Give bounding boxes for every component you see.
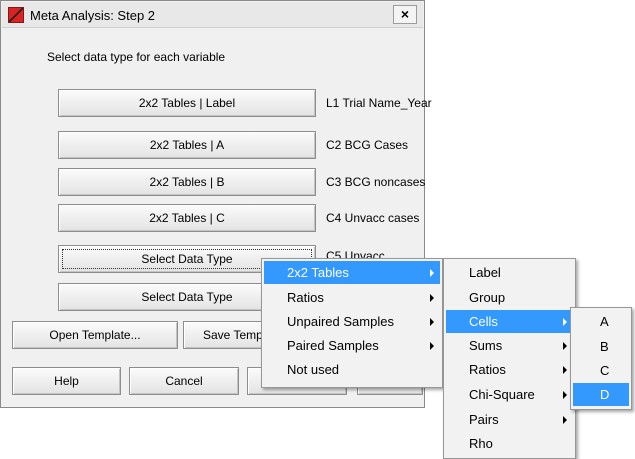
submenu-arrow-icon — [563, 318, 567, 326]
cells-submenu: A B C D — [570, 307, 632, 410]
submenu-arrow-icon — [563, 416, 567, 424]
data-type-button-1[interactable]: 2x2 Tables | Label — [58, 89, 316, 117]
cells-item-d[interactable]: D — [573, 383, 629, 406]
submenu-item-sums[interactable]: Sums — [446, 334, 573, 357]
submenu-item-cells[interactable]: Cells — [446, 310, 573, 333]
submenu-arrow-icon — [430, 318, 434, 326]
open-template-button[interactable]: Open Template... — [12, 321, 178, 349]
title-bar: Meta Analysis: Step 2 × — [2, 2, 423, 28]
submenu-item-chi-square[interactable]: Chi-Square — [446, 383, 573, 406]
submenu-item-rho[interactable]: Rho — [446, 432, 573, 455]
close-button[interactable]: × — [393, 5, 417, 24]
instruction-text: Select data type for each variable — [47, 50, 226, 64]
cells-item-b[interactable]: B — [573, 335, 629, 358]
cancel-button[interactable]: Cancel — [129, 367, 239, 395]
menu-item-paired-samples[interactable]: Paired Samples — [264, 334, 440, 357]
cells-item-c[interactable]: C — [573, 359, 629, 382]
data-type-button-2[interactable]: 2x2 Tables | A — [58, 131, 316, 159]
submenu-item-pairs[interactable]: Pairs — [446, 408, 573, 431]
data-type-menu: 2x2 Tables Ratios Unpaired Samples Paire… — [261, 258, 443, 388]
submenu-arrow-icon — [430, 342, 434, 350]
menu-item-not-used[interactable]: Not used — [264, 358, 440, 381]
submenu-arrow-icon — [563, 391, 567, 399]
help-button[interactable]: Help — [12, 367, 121, 395]
menu-item-unpaired-samples[interactable]: Unpaired Samples — [264, 310, 440, 333]
submenu-arrow-icon — [563, 366, 567, 374]
submenu-item-ratios[interactable]: Ratios — [446, 358, 573, 381]
submenu-arrow-icon — [563, 342, 567, 350]
window-title: Meta Analysis: Step 2 — [30, 8, 156, 23]
data-type-button-4[interactable]: 2x2 Tables | C — [58, 204, 316, 232]
app-icon — [8, 7, 24, 23]
variable-label-2: C2 BCG Cases — [326, 138, 409, 152]
two-by-two-submenu: Label Group Cells Sums Ratios Chi-Square… — [443, 258, 576, 459]
cells-item-a[interactable]: A — [573, 310, 629, 333]
menu-item-2x2-tables[interactable]: 2x2 Tables — [264, 261, 440, 284]
variable-label-4: C4 Unvacc cases — [326, 211, 420, 225]
menu-item-ratios[interactable]: Ratios — [264, 286, 440, 309]
submenu-arrow-icon — [430, 269, 434, 277]
data-type-button-3[interactable]: 2x2 Tables | B — [58, 168, 316, 196]
submenu-item-label[interactable]: Label — [446, 261, 573, 284]
variable-label-1: L1 Trial Name_Year — [326, 96, 432, 110]
submenu-item-group[interactable]: Group — [446, 286, 573, 309]
submenu-arrow-icon — [430, 294, 434, 302]
variable-label-3: C3 BCG noncases — [326, 175, 426, 189]
